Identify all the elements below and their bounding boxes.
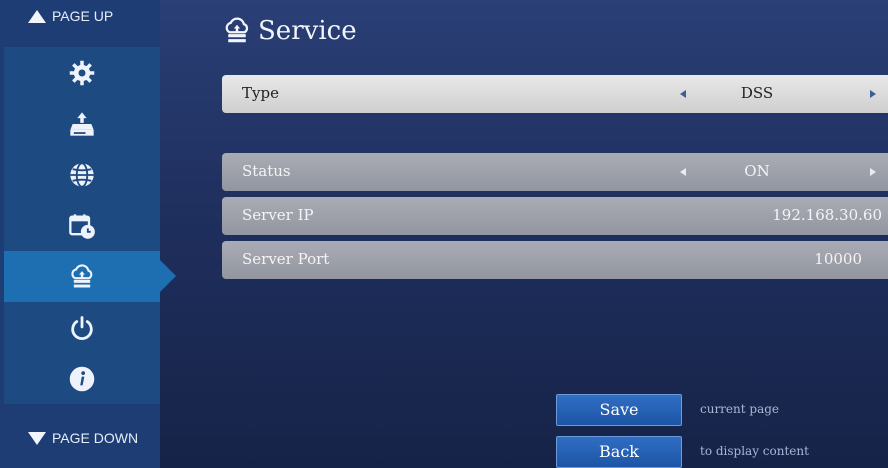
sidebar-nav xyxy=(4,47,176,407)
status-value: ON xyxy=(744,162,770,180)
sidebar-item-info[interactable] xyxy=(4,353,160,404)
type-label: Type xyxy=(242,84,279,102)
status-label: Status xyxy=(242,162,291,180)
status-row[interactable]: Status ON xyxy=(222,153,888,191)
server-ip-row[interactable]: Server IP 192.168.30.60 xyxy=(222,197,888,235)
globe-icon xyxy=(70,161,94,188)
page-title: Service xyxy=(222,16,357,46)
network-drive-icon xyxy=(70,111,94,136)
sidebar-item-service[interactable] xyxy=(4,251,176,302)
calendar-clock-icon xyxy=(69,213,95,239)
cloud-service-icon xyxy=(225,17,249,43)
page-title-text: Service xyxy=(258,16,357,46)
server-port-label: Server Port xyxy=(242,250,330,268)
server-ip-label: Server IP xyxy=(242,206,314,224)
triangle-up-icon xyxy=(28,9,46,23)
server-ip-value[interactable]: 192.168.30.60 xyxy=(772,206,882,224)
sidebar-item-power[interactable] xyxy=(4,302,160,353)
cloud-service-icon xyxy=(71,263,93,287)
sidebar-item-schedule[interactable] xyxy=(4,200,160,251)
status-prev-arrow-icon[interactable] xyxy=(680,168,686,176)
page-down-button[interactable]: PAGE DOWN xyxy=(28,430,138,446)
save-button[interactable]: Save xyxy=(556,394,682,426)
sidebar-item-settings[interactable] xyxy=(4,47,160,98)
save-hint: current page xyxy=(700,402,780,416)
triangle-down-icon xyxy=(28,431,46,445)
type-value: DSS xyxy=(740,84,774,102)
sidebar: PAGE UP PAGE DOWN xyxy=(0,0,176,468)
type-row[interactable]: Type DSS xyxy=(222,75,888,113)
type-prev-arrow-icon[interactable] xyxy=(680,90,686,98)
server-port-value[interactable]: 10000 xyxy=(814,250,862,268)
info-icon xyxy=(69,366,95,391)
power-icon xyxy=(71,315,93,340)
back-button[interactable]: Back xyxy=(556,436,682,468)
sidebar-item-network[interactable] xyxy=(4,149,160,200)
server-port-row[interactable]: Server Port 10000 xyxy=(222,241,888,279)
page-down-label: PAGE DOWN xyxy=(52,430,139,446)
back-hint: to display content xyxy=(700,444,809,458)
page-up-label: PAGE UP xyxy=(52,8,114,24)
page-up-button[interactable]: PAGE UP xyxy=(28,8,113,24)
sidebar-item-storage[interactable] xyxy=(4,98,160,149)
status-next-arrow-icon[interactable] xyxy=(870,168,876,176)
type-next-arrow-icon[interactable] xyxy=(870,90,876,98)
gear-icon xyxy=(69,60,95,85)
